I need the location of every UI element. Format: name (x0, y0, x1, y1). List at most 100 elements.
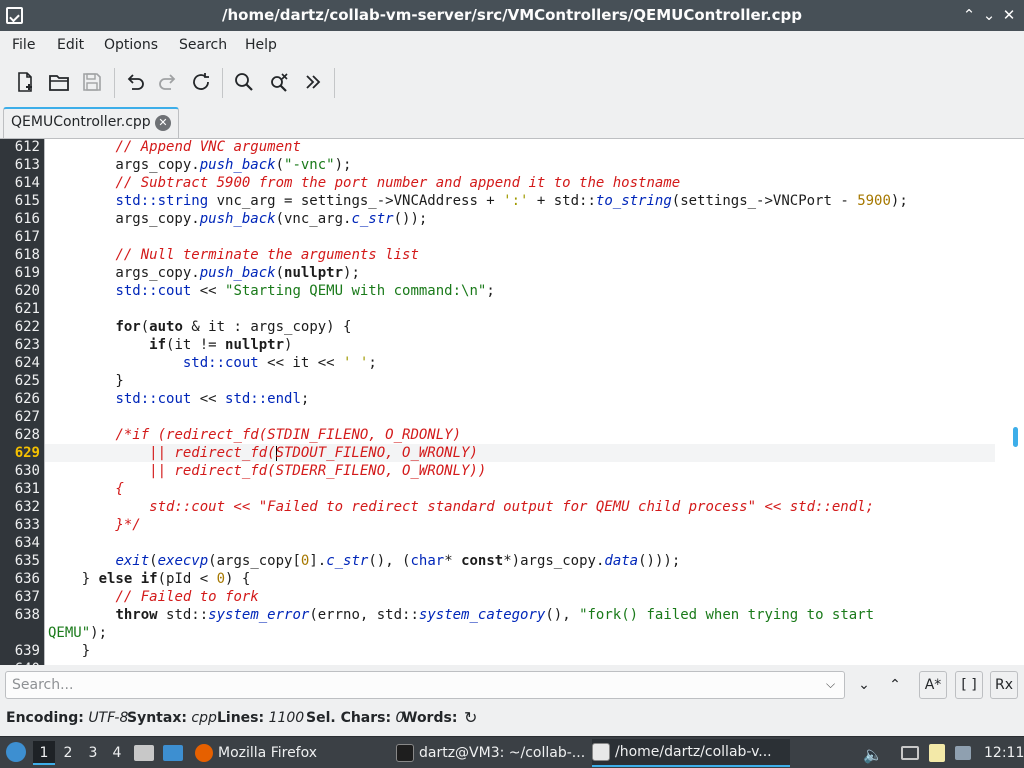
find-next-button[interactable]: ⌄ (850, 671, 878, 699)
find-previous-button[interactable]: ⌃ (881, 671, 909, 699)
toolbar-separator (334, 68, 335, 98)
desktop-1[interactable]: 1 (33, 741, 55, 765)
line-number: 621 (14, 301, 40, 317)
match-case-icon: A* (924, 677, 942, 693)
show-desktop-icon[interactable] (134, 745, 154, 761)
code-line: std::cout << std::endl; (115, 391, 310, 407)
chevron-up-icon: ⌃ (889, 677, 901, 693)
status-lines: Lines: 1100 (217, 710, 305, 726)
vertical-scrollbar-handle[interactable] (1013, 427, 1018, 447)
line-number: 629 (14, 445, 40, 461)
code-line: std::cout << it << ' '; (182, 355, 377, 371)
line-number: 612 (14, 139, 40, 155)
task-label: dartz@VM3: ~/collab-... (419, 745, 586, 761)
find-button[interactable] (229, 66, 259, 98)
search-bar: ⌵ ⌄ ⌃ A* [ ] Rx (0, 666, 1024, 704)
text-editor-icon (592, 743, 610, 761)
code-line: args_copy.push_back(vnc_arg.c_str()); (48, 211, 428, 227)
start-menu-icon[interactable] (6, 742, 26, 762)
code-line: args_copy.push_back(nullptr); (48, 265, 360, 281)
code-line: // Subtract 5900 from the port number an… (115, 175, 681, 191)
desktop-2[interactable]: 2 (57, 741, 79, 765)
regex-button[interactable]: Rx (990, 671, 1018, 699)
find-icon (235, 73, 253, 91)
line-number: 630 (14, 463, 40, 479)
title-bar: /home/dartz/collab-vm-server/src/VMContr… (0, 0, 1024, 31)
save-icon (83, 73, 101, 91)
close-button[interactable]: ✕ (1000, 6, 1018, 24)
redo-button[interactable] (153, 66, 183, 98)
code-line: exit(execvp(args_copy[0].c_str(), (char*… (115, 553, 681, 569)
task-text-editor[interactable]: /home/dartz/collab-v... (592, 739, 790, 767)
window-list-icon[interactable] (163, 745, 183, 761)
task-firefox[interactable]: Mozilla Firefox (195, 739, 385, 767)
more-button[interactable] (298, 66, 328, 98)
line-number: 615 (14, 193, 40, 209)
menu-edit[interactable]: Edit (57, 37, 84, 53)
toolbar (0, 62, 1024, 102)
task-terminal[interactable]: dartz@VM3: ~/collab-... (396, 739, 586, 767)
line-number: 638 (14, 607, 40, 623)
line-number: 620 (14, 283, 40, 299)
firefox-icon (195, 744, 213, 762)
code-line: } (48, 373, 124, 389)
code-line: } else if(pId < 0) { (48, 571, 251, 587)
menu-search[interactable]: Search (179, 37, 227, 53)
undo-icon (127, 74, 144, 90)
code-line: || redirect_fd(STDOUT_FILENO, O_WRONLY) (48, 445, 478, 461)
network-icon[interactable] (901, 746, 919, 760)
line-number: 624 (14, 355, 40, 371)
code-line: std::cout << "Failed to redirect standar… (48, 499, 875, 515)
tab-bar: QEMUController.cpp ✕ (0, 106, 1024, 138)
line-number: 613 (14, 157, 40, 173)
tab-close-icon[interactable]: ✕ (155, 115, 171, 131)
tab-qemucontroller[interactable]: QEMUController.cpp ✕ (3, 107, 179, 138)
code-line: std::cout << "Starting QEMU with command… (115, 283, 495, 299)
clipboard-icon[interactable] (929, 744, 945, 762)
desktop-3[interactable]: 3 (82, 741, 104, 765)
menu-help[interactable]: Help (245, 37, 277, 53)
volume-icon[interactable]: 🔈 (863, 745, 883, 764)
open-button[interactable] (44, 66, 74, 98)
new-file-button[interactable] (10, 66, 40, 98)
save-button[interactable] (77, 66, 107, 98)
code-line: { (48, 481, 124, 497)
menu-file[interactable]: File (12, 37, 35, 53)
match-case-button[interactable]: A* (919, 671, 947, 699)
refresh-word-count-icon[interactable]: ↻ (464, 708, 477, 727)
code-line: // Append VNC argument (115, 139, 301, 155)
line-number-gutter: 612 613 614 615 616 617 618 619 620 621 622 623 624 6… (0, 139, 44, 665)
desktop-4[interactable]: 4 (106, 741, 128, 765)
code-line: || redirect_fd(STDERR_FILENO, O_WRONLY)) (48, 463, 487, 479)
redo-icon (159, 74, 176, 90)
code-line: throw std::system_error(errno, std::syst… (115, 607, 875, 623)
maximize-button[interactable]: ⌄ (980, 6, 998, 24)
task-label: Mozilla Firefox (218, 745, 318, 761)
search-input[interactable] (5, 671, 845, 699)
terminal-icon (396, 744, 414, 762)
code-line: } (48, 643, 91, 659)
line-number: 640 (0, 660, 40, 665)
undo-button[interactable] (120, 66, 150, 98)
code-line: args_copy.push_back("-vnc"); (48, 157, 352, 173)
menu-options[interactable]: Options (104, 37, 158, 53)
tab-label: QEMUController.cpp (11, 114, 151, 130)
window-title: /home/dartz/collab-vm-server/src/VMContr… (221, 6, 802, 24)
find-replace-button[interactable] (264, 66, 294, 98)
line-number: 627 (14, 409, 40, 425)
code-line: }*/ (48, 517, 141, 533)
minimize-button[interactable]: ⌃ (960, 6, 978, 24)
search-history-dropdown-icon[interactable]: ⌵ (826, 677, 835, 692)
code-line: std::string vnc_arg = settings_->VNCAddr… (115, 193, 908, 209)
code-editor[interactable]: 612 613 614 615 616 617 618 619 620 621 622 623 624 6… (0, 138, 1024, 665)
line-number: 639 (14, 643, 40, 659)
system-tray-icon[interactable] (955, 746, 971, 760)
reload-button[interactable] (186, 66, 216, 98)
status-bar: Encoding: UTF-8 Syntax: cpp Lines: 1100 … (0, 706, 1024, 730)
whole-word-button[interactable]: [ ] (955, 671, 983, 699)
code-line: // Null terminate the arguments list (115, 247, 419, 263)
status-syntax: Syntax: cpp (127, 710, 217, 726)
line-number: 618 (14, 247, 40, 263)
clock[interactable]: 12:11 (984, 745, 1024, 761)
gutter-border (44, 139, 45, 665)
